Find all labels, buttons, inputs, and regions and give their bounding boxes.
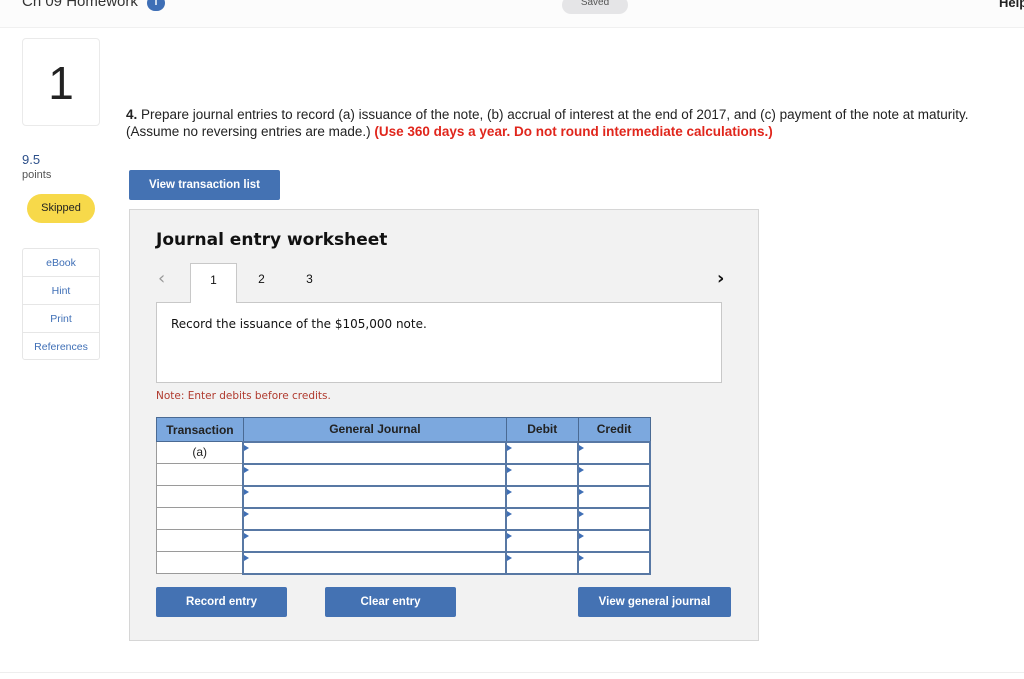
debit-input[interactable] (505, 484, 580, 509)
credit-input[interactable] (577, 484, 651, 509)
table-row (156, 484, 651, 509)
question-text: 4. Prepare journal entries to record (a)… (126, 106, 1006, 140)
entry-note: Note: Enter debits before credits. (156, 390, 331, 402)
resources-panel: eBook Hint Print References (22, 248, 100, 360)
journal-entry-worksheet: Journal entry worksheet ‹ 1 2 3 › Record… (129, 209, 759, 641)
general-journal-dropdown[interactable] (242, 528, 508, 553)
general-journal-dropdown[interactable] (242, 550, 508, 575)
debit-input[interactable] (505, 506, 580, 531)
view-general-journal-button[interactable]: View general journal (578, 587, 731, 617)
entry-description-box: Record the issuance of the $105,000 note… (156, 302, 722, 383)
help-link[interactable]: Help (999, 0, 1024, 10)
debit-input[interactable] (505, 462, 580, 487)
hint-link[interactable]: Hint (23, 277, 99, 305)
print-link[interactable]: Print (23, 305, 99, 333)
credit-input[interactable] (577, 440, 651, 465)
journal-table: Transaction General Journal Debit Credit… (156, 417, 651, 575)
header-debit: Debit (505, 417, 579, 442)
top-bar: Ch 09 Homework i Saved Help (0, 0, 1024, 28)
tab-1[interactable]: 1 (190, 263, 237, 303)
info-badge-icon[interactable]: i (147, 0, 165, 11)
tab-2[interactable]: 2 (238, 263, 285, 303)
record-entry-button[interactable]: Record entry (156, 587, 287, 617)
general-journal-dropdown[interactable] (242, 440, 508, 465)
question-instruction: (Use 360 days a year. Do not round inter… (374, 124, 773, 139)
chevron-left-icon[interactable]: ‹ (158, 268, 165, 289)
table-row (156, 506, 651, 531)
header-credit: Credit (577, 417, 651, 442)
transaction-cell (156, 507, 244, 530)
credit-input[interactable] (577, 550, 651, 575)
question-number: 1 (22, 38, 100, 126)
entry-description: Record the issuance of the $105,000 note… (171, 317, 427, 331)
general-journal-dropdown[interactable] (242, 484, 508, 509)
header-general-journal: General Journal (242, 417, 507, 442)
table-header-row: Transaction General Journal Debit Credit (156, 417, 651, 442)
transaction-cell (156, 551, 244, 574)
status-badge: Skipped (27, 194, 95, 223)
assignment-title: Ch 09 Homework (22, 0, 138, 10)
table-row (156, 528, 651, 553)
transaction-cell (156, 463, 244, 486)
transaction-cell (156, 485, 244, 508)
points-label: points (22, 169, 52, 181)
worksheet-title: Journal entry worksheet (156, 230, 388, 250)
chevron-right-icon[interactable]: › (717, 268, 724, 289)
general-journal-dropdown[interactable] (242, 506, 508, 531)
debit-input[interactable] (505, 528, 580, 553)
credit-input[interactable] (577, 528, 651, 553)
header-transaction: Transaction (156, 417, 244, 442)
transaction-cell: (a) (156, 441, 244, 464)
table-row (156, 550, 651, 575)
credit-input[interactable] (577, 462, 651, 487)
question-number-label: 4. (126, 107, 138, 122)
footer-divider (0, 672, 1024, 673)
saved-status-badge: Saved (562, 0, 628, 14)
view-transaction-list-button[interactable]: View transaction list (129, 170, 280, 200)
table-row (156, 462, 651, 487)
references-link[interactable]: References (23, 333, 99, 361)
debit-input[interactable] (505, 550, 580, 575)
table-row: (a) (156, 440, 651, 465)
tab-3[interactable]: 3 (286, 263, 333, 303)
points-value: 9.5 (22, 152, 41, 167)
debit-input[interactable] (505, 440, 580, 465)
ebook-link[interactable]: eBook (23, 249, 99, 277)
credit-input[interactable] (577, 506, 651, 531)
clear-entry-button[interactable]: Clear entry (325, 587, 456, 617)
transaction-cell (156, 529, 244, 552)
general-journal-dropdown[interactable] (242, 462, 508, 487)
